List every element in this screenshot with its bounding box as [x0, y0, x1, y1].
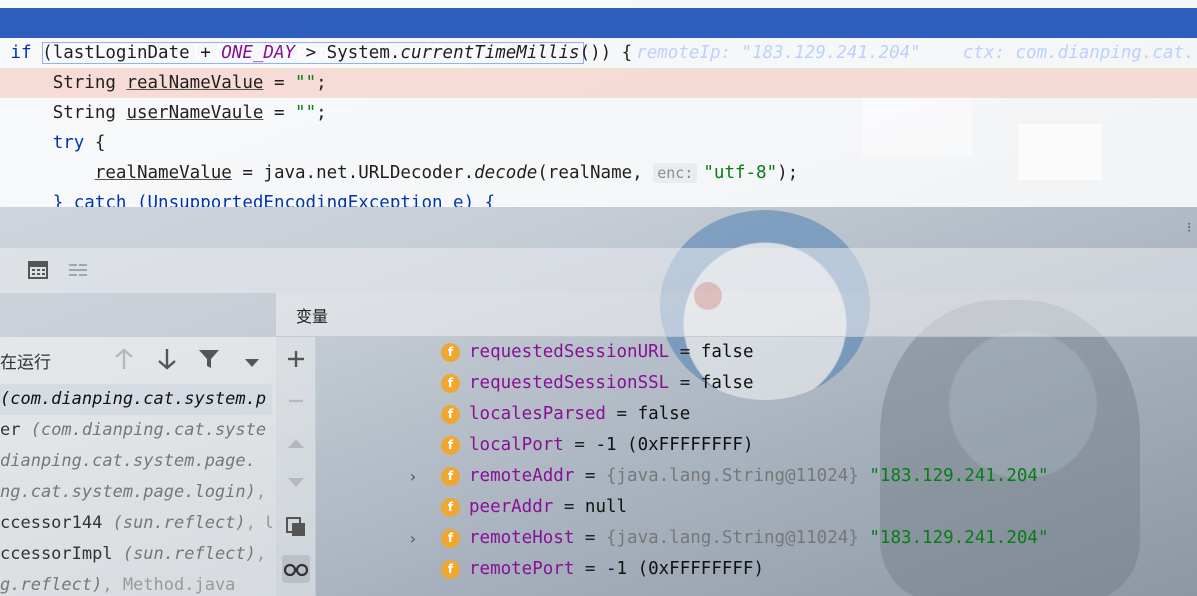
debug-toolbar: [0, 248, 1197, 293]
remove-watch-button[interactable]: [282, 387, 310, 415]
add-watch-button[interactable]: [282, 345, 310, 373]
arrow-up-icon[interactable]: [114, 347, 134, 375]
copy-icon[interactable]: [282, 513, 310, 541]
variable-type: {java.lang.String@11024}: [605, 466, 870, 486]
frame-file: , U: [245, 513, 272, 533]
field-icon: f: [441, 529, 460, 548]
variables-header: 变量: [276, 293, 1197, 337]
frame-method: ccessorImpl: [0, 544, 123, 564]
field-icon: f: [441, 436, 460, 455]
frame-row[interactable]: ccessor144 (sun.reflect), U: [0, 508, 272, 539]
code-line-1[interactable]: (remoteIp.equals(ctx.getRequest().getRem…: [0, 8, 1197, 64]
variable-name: remotePort: [469, 559, 575, 579]
code-line-5[interactable]: try {: [0, 128, 1197, 158]
code-line-4[interactable]: String userNameVaule = "";: [0, 98, 1197, 128]
variable-row[interactable]: f requestedSessionURL = false: [316, 337, 1197, 368]
trace-stream-icon[interactable]: [68, 261, 88, 279]
move-down-icon[interactable]: [282, 469, 310, 497]
variable-name: requestedSessionSSL: [469, 373, 670, 393]
code-line-6[interactable]: realNameValue = java.net.URLDecoder.deco…: [0, 158, 1197, 188]
variable-row[interactable]: › f remoteAddr = {java.lang.String@11024} …: [316, 461, 1197, 492]
inline-watches-icon[interactable]: [282, 555, 310, 583]
frame-row[interactable]: (com.dianping.cat.system.p: [0, 384, 272, 415]
code-line-3[interactable]: String realNameValue = "";: [0, 68, 1197, 98]
variable-value: null: [584, 497, 628, 517]
frame-package: ng.cat.system.page.login): [0, 482, 256, 502]
variable-name: peerAddr: [469, 497, 554, 517]
variable-text: peerAddr = null: [469, 497, 628, 517]
field-icon: f: [441, 498, 460, 517]
variable-text: localesParsed = false: [469, 404, 691, 424]
variable-name: localesParsed: [469, 404, 606, 424]
variables-title: 变量: [296, 307, 329, 326]
variable-text: remotePort = -1 (0xFFFFFFFF): [469, 559, 765, 579]
frame-row[interactable]: dianping.cat.system.page.: [0, 446, 272, 477]
variable-name: localPort: [469, 435, 564, 455]
field-icon: f: [441, 560, 460, 579]
variable-text: localPort = -1 (0xFFFFFFFF): [469, 435, 754, 455]
frame-package: dianping.cat.system.page.: [0, 451, 256, 471]
frame-row[interactable]: er (com.dianping.cat.syste: [0, 415, 272, 446]
variable-value: false: [700, 342, 754, 362]
frame-package: (com.dianping.cat.system.p: [0, 389, 267, 409]
variable-row[interactable]: f requestedSessionSSL = false: [316, 368, 1197, 399]
variable-text: remoteAddr = {java.lang.String@11024} "1…: [469, 466, 1049, 486]
frame-package: (sun.reflect): [122, 544, 256, 564]
frame-file: , Method.java: [102, 575, 236, 595]
expand-arrow-icon[interactable]: ›: [408, 461, 422, 492]
variable-name: requestedSessionURL: [469, 342, 670, 362]
variable-type: {java.lang.String@11024}: [605, 528, 870, 548]
arrow-down-icon[interactable]: [157, 347, 177, 375]
variable-value: -1 (0xFFFFFFFF): [605, 559, 765, 579]
frame-package: (sun.reflect): [112, 513, 246, 533]
variable-string-value: "183.129.241.204": [869, 466, 1049, 486]
variable-text: requestedSessionURL = false: [469, 342, 754, 362]
filter-icon[interactable]: [198, 348, 220, 374]
frame-method: er: [0, 420, 31, 440]
frames-title: 在运行: [0, 353, 51, 373]
variable-string-value: "183.129.241.204": [869, 528, 1049, 548]
variable-row[interactable]: f remotePort = -1 (0xFFFFFFFF): [316, 554, 1197, 585]
frame-package: g.reflect): [0, 575, 103, 595]
variable-value: false: [700, 373, 754, 393]
frame-row[interactable]: ng.cat.system.page.login),: [0, 477, 272, 508]
frame-row[interactable]: ccessorImpl (sun.reflect),: [0, 539, 272, 570]
variable-value: -1 (0xFFFFFFFF): [595, 435, 754, 455]
variable-value: false: [637, 404, 691, 424]
variable-name: remoteHost: [469, 528, 575, 548]
variables-list: f requestedSessionURL = false f requestedSe…: [316, 337, 1197, 596]
frame-package: (com.dianping.cat.syste: [30, 420, 267, 440]
expand-arrow-icon[interactable]: ›: [408, 523, 422, 554]
variable-name: remoteAddr: [469, 466, 575, 486]
frame-row[interactable]: g.reflect), Method.java: [0, 570, 272, 596]
parameter-hint: enc:: [653, 163, 698, 183]
frame-method: ccessor144: [0, 513, 113, 533]
field-icon: f: [441, 405, 460, 424]
variable-row[interactable]: › f remoteHost = {java.lang.String@11024} …: [316, 523, 1197, 554]
chevron-down-icon[interactable]: [243, 354, 261, 373]
variable-row[interactable]: f localPort = -1 (0xFFFFFFFF): [316, 430, 1197, 461]
frame-file: ,: [255, 544, 267, 564]
panel-edge-icon[interactable]: ⁝: [1187, 220, 1197, 236]
field-icon: f: [441, 374, 460, 393]
variable-row[interactable]: f localesParsed = false: [316, 399, 1197, 430]
frame-file: ,: [255, 482, 267, 502]
variable-row[interactable]: f peerAddr = null: [316, 492, 1197, 523]
code-editor[interactable]: (remoteIp.equals(ctx.getRequest().getRem…: [0, 0, 1197, 207]
code-line-7[interactable]: } catch (UnsupportedEncodingException e)…: [0, 188, 1197, 207]
variable-text: remoteHost = {java.lang.String@11024} "1…: [469, 528, 1049, 548]
field-icon: f: [441, 343, 460, 362]
field-icon: f: [441, 467, 460, 486]
variable-text: requestedSessionSSL = false: [469, 373, 754, 393]
move-up-icon[interactable]: [282, 429, 310, 457]
evaluate-expression-icon[interactable]: [28, 261, 48, 279]
variables-side-toolbar: [276, 337, 316, 596]
code-line-2[interactable]: if (lastLoginDate + ONE_DAY > System.cur…: [0, 38, 1197, 68]
